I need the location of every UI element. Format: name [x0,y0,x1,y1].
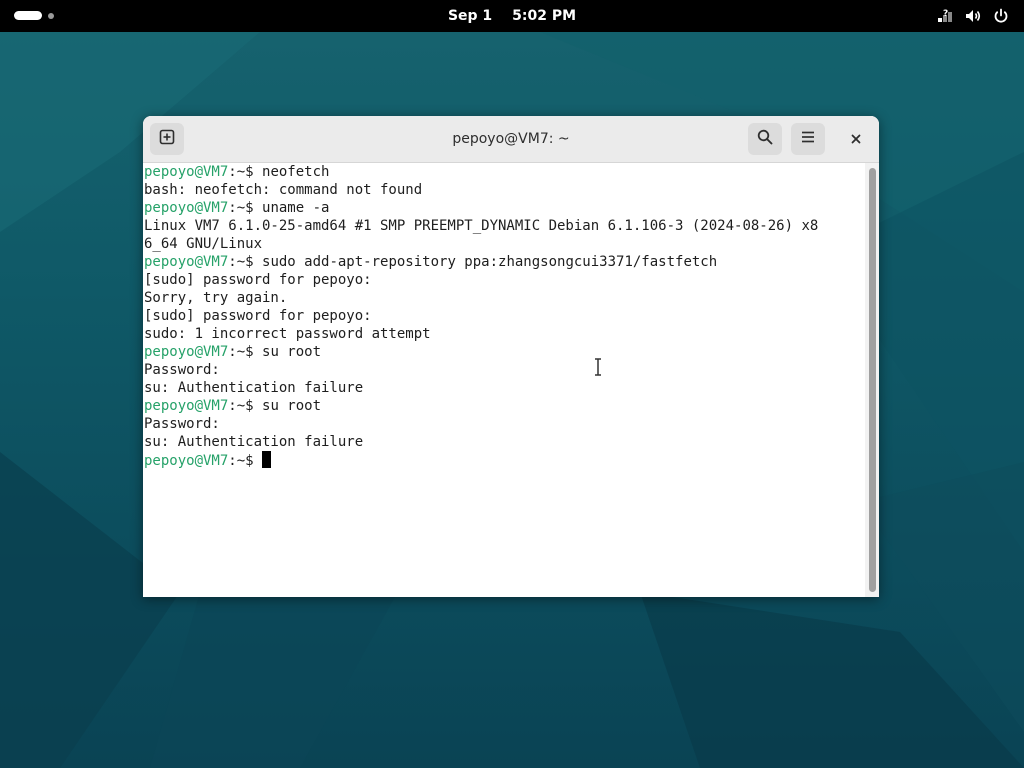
terminal-output-line: Password: [144,362,220,378]
terminal-output-line: sudo: 1 incorrect password attempt [144,326,431,342]
prompt-path: :~$ [228,398,263,414]
prompt-user-host: pepoyo@VM7 [144,164,229,180]
scrollbar-thumb[interactable] [869,168,876,592]
prompt-path: :~$ [228,254,263,270]
prompt-path: :~$ [228,344,263,360]
hamburger-menu-icon [800,129,816,149]
terminal-command-line: pepoyo@VM7:~$ [144,451,865,469]
terminal-output-line: su: Authentication failure [144,380,364,396]
terminal-text: pepoyo@VM7:~$ neofetch bash: neofetch: co… [143,163,865,469]
terminal-output[interactable]: pepoyo@VM7:~$ neofetch bash: neofetch: co… [143,163,865,597]
terminal-block-cursor [262,451,272,468]
prompt-path: :~$ [228,200,263,216]
prompt-user-host: pepoyo@VM7 [144,398,229,414]
prompt-user-host: pepoyo@VM7 [144,200,229,216]
prompt-user-host: pepoyo@VM7 [144,254,229,270]
system-tray[interactable]: ? [936,7,1010,25]
terminal-output-line: su: Authentication failure [144,434,364,450]
network-unknown-icon[interactable]: ? [936,7,954,25]
text-cursor-ibeam-icon [593,357,603,381]
terminal-output-line: 6_64 GNU/Linux [144,236,263,252]
terminal-output-line: [sudo] password for pepoyo: [144,272,372,288]
command-text: su root [262,344,322,360]
search-icon [757,129,773,149]
scrollbar[interactable] [865,163,879,597]
terminal-output-line: bash: neofetch: command not found [144,182,423,198]
command-text: sudo add-apt-repository ppa:zhangsongcui… [262,254,718,270]
terminal-output-line: Linux VM7 6.1.0-25-amd64 #1 SMP PREEMPT_… [144,218,819,234]
new-tab-button[interactable] [150,123,184,155]
terminal-output-line: Sorry, try again. [144,290,288,306]
terminal-output-line: [sudo] password for pepoyo: [144,308,372,324]
terminal-command-line: pepoyo@VM7:~$ sudo add-apt-repository pp… [144,253,865,271]
clock-time: 5:02 PM [512,8,577,24]
main-menu-button[interactable] [791,123,825,155]
prompt-user-host: pepoyo@VM7 [144,344,229,360]
command-text: uname -a [262,200,330,216]
svg-text:?: ? [943,9,948,19]
command-text: su root [262,398,322,414]
power-icon[interactable] [992,7,1010,25]
search-button[interactable] [748,123,782,155]
terminal-output-line: Password: [144,416,220,432]
new-tab-icon [159,129,175,149]
terminal-command-line: pepoyo@VM7:~$ neofetch [144,163,865,181]
terminal-command-line: pepoyo@VM7:~$ uname -a [144,199,865,217]
terminal-command-line: pepoyo@VM7:~$ su root [144,397,865,415]
terminal-command-line: pepoyo@VM7:~$ su root [144,343,865,361]
prompt-path: :~$ [228,453,263,469]
prompt-user-host: pepoyo@VM7 [144,453,229,469]
prompt-path: :~$ [228,164,263,180]
top-bar: Sep 1 5:02 PM ? [0,0,1024,32]
clock-date: Sep 1 [447,8,493,24]
clock[interactable]: Sep 1 5:02 PM [0,0,1024,32]
terminal-window[interactable]: pepoyo@VM7: ~ pepoyo@VM7:~$ neofetch bas… [143,116,879,597]
command-text: neofetch [262,164,330,180]
title-bar[interactable]: pepoyo@VM7: ~ [143,116,879,163]
close-icon [850,130,862,149]
volume-icon[interactable] [964,7,982,25]
close-button[interactable] [843,126,869,152]
